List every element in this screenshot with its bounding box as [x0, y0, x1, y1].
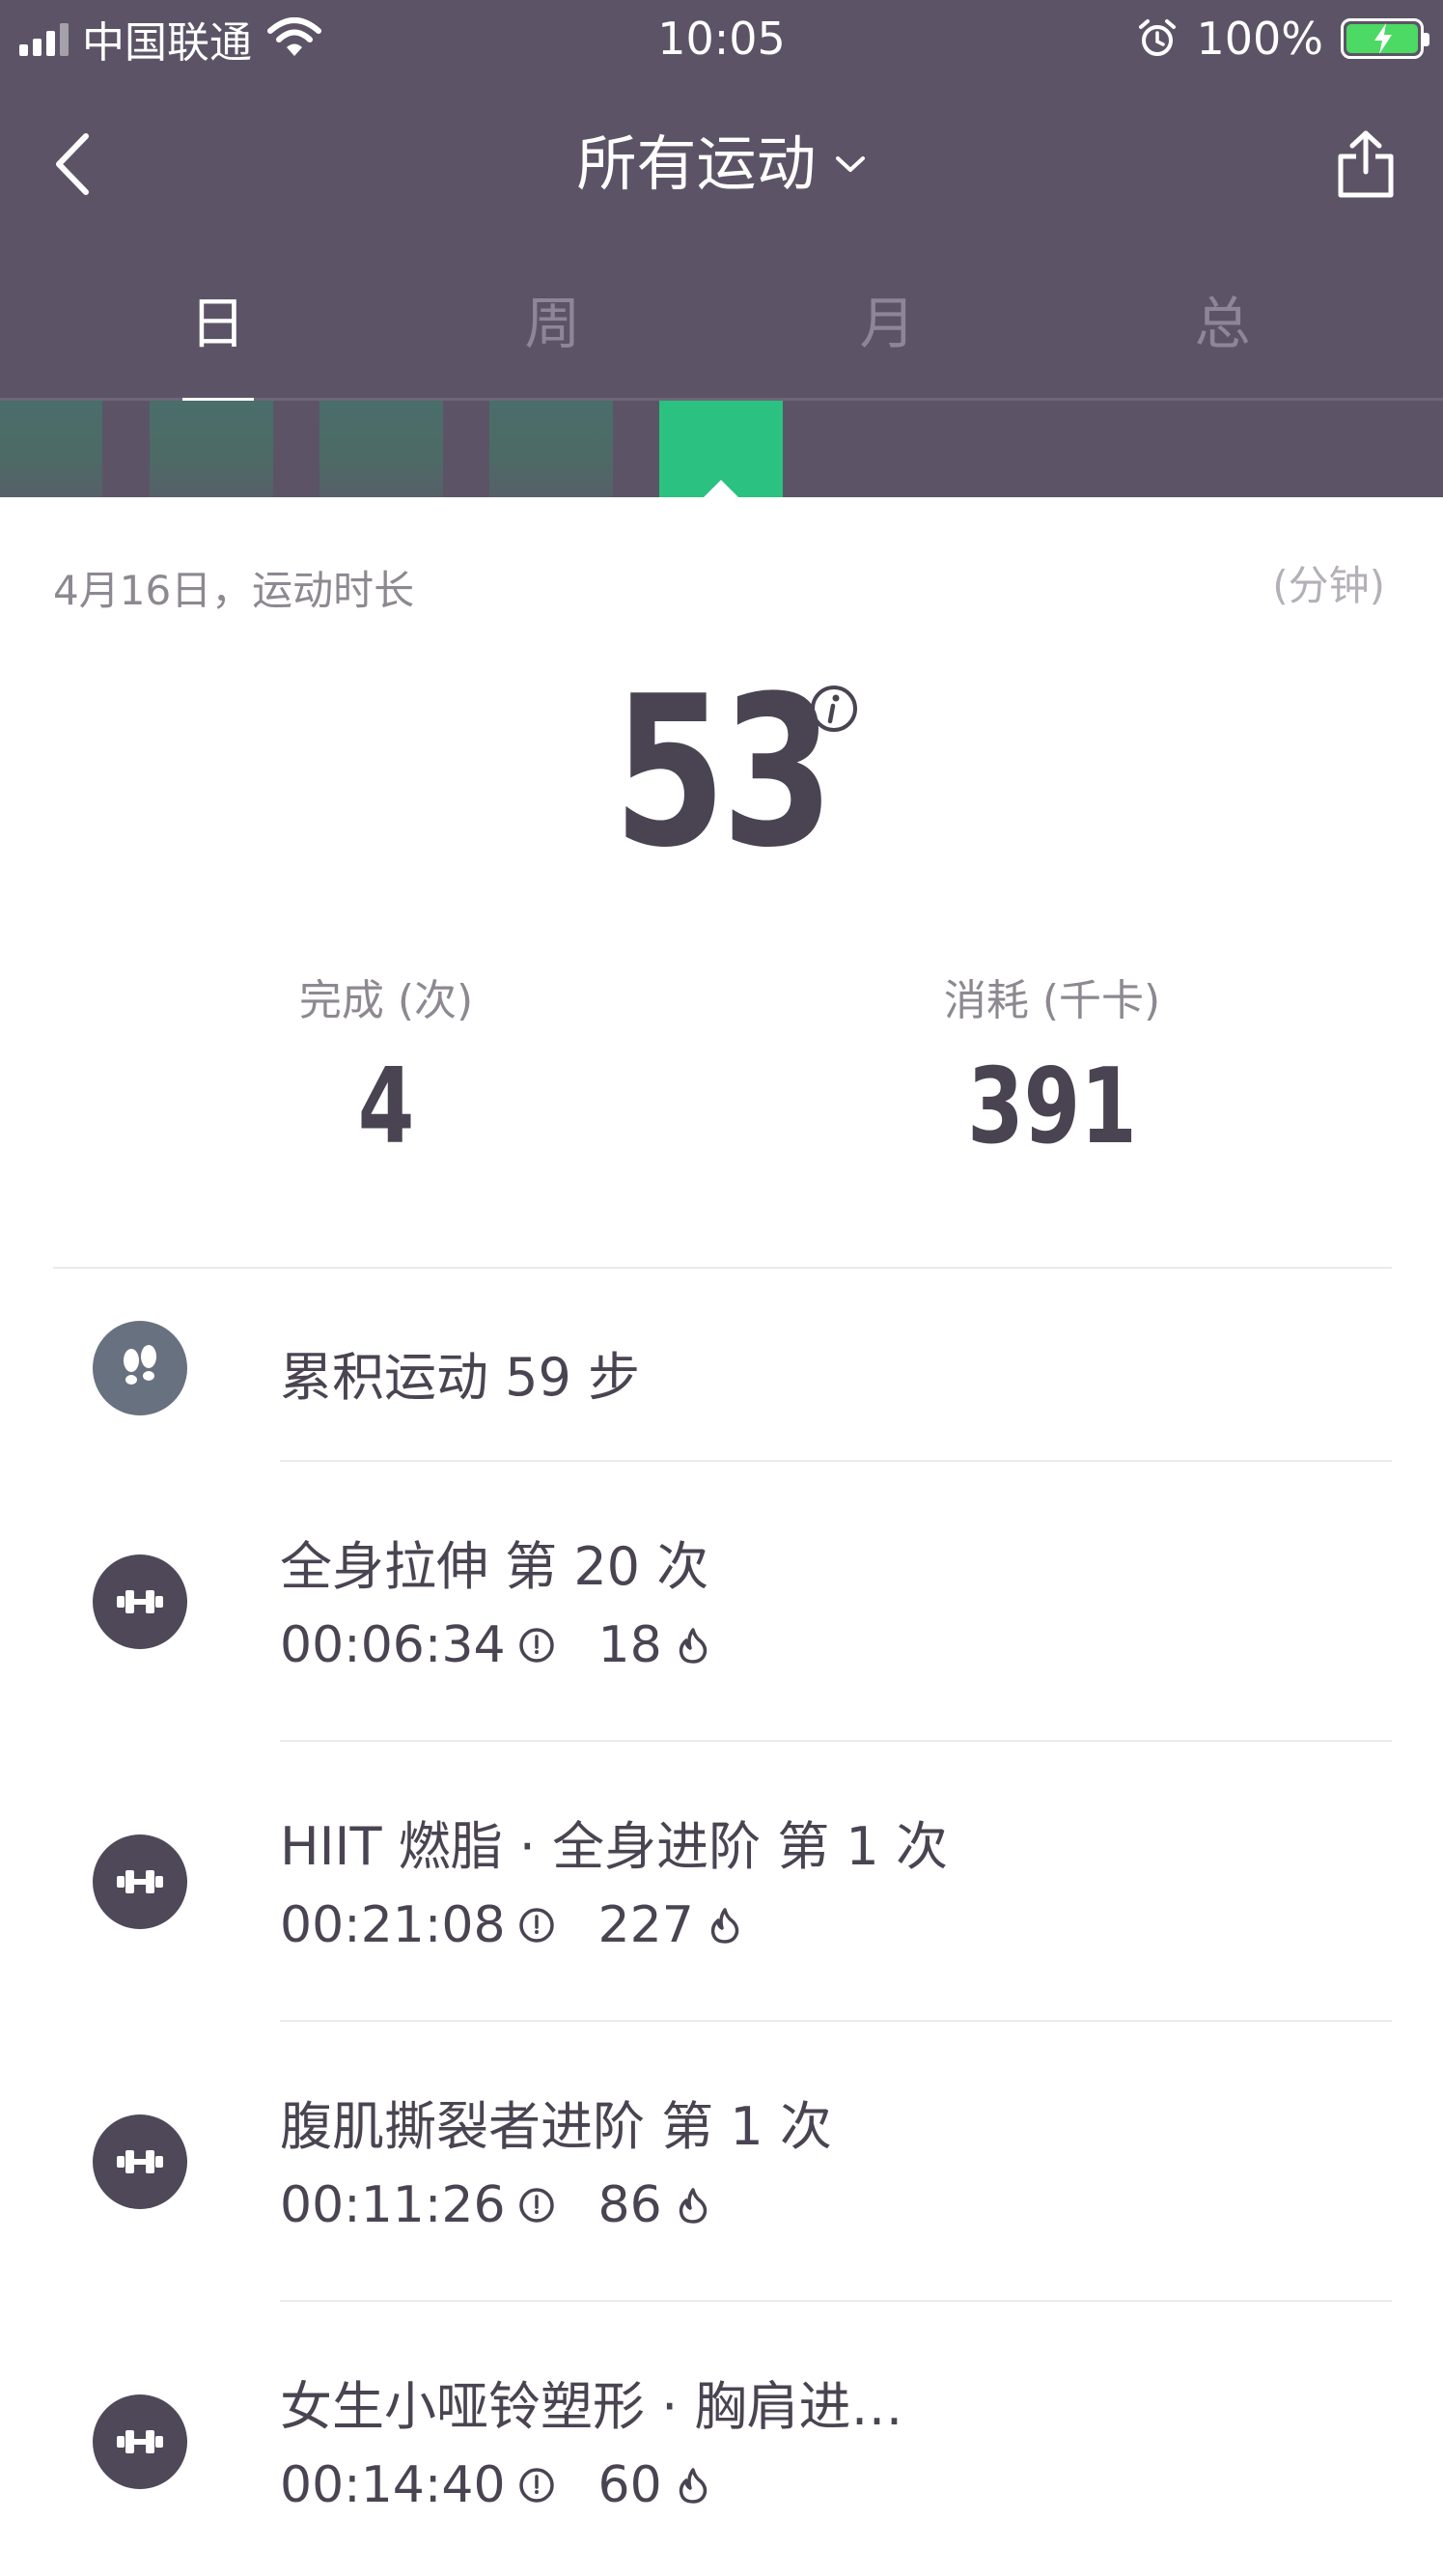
timer-icon: [518, 1908, 554, 1943]
kcal-value: 391: [967, 1047, 1137, 1167]
footsteps-icon: [93, 1321, 187, 1415]
chevron-down-icon: [835, 156, 865, 172]
timer-icon: [518, 2188, 554, 2223]
activity-kcal: 86: [597, 2176, 662, 2234]
share-button[interactable]: [1327, 126, 1404, 203]
dumbbell-icon: [93, 2114, 187, 2209]
activity-kcal: 227: [597, 1896, 694, 1954]
activity-title: 全身拉伸 第 20 次: [280, 1536, 709, 1597]
activity-title: 腹肌撕裂者进阶 第 1 次: [280, 2096, 832, 2157]
flame-icon: [679, 2188, 707, 2224]
selected-day-pointer: [704, 480, 738, 497]
battery-icon: [1341, 18, 1429, 59]
day-bar[interactable]: [0, 401, 102, 497]
activity-type-selector[interactable]: 所有运动: [0, 126, 1443, 203]
day-bar[interactable]: [150, 401, 273, 497]
activity-meta: 00:14:40 60: [280, 2456, 712, 2514]
timer-icon: [518, 2468, 554, 2503]
tab-week[interactable]: 周: [385, 280, 720, 398]
nav-bar: 所有运动: [0, 106, 1443, 222]
activity-meta: 00:11:26 86: [280, 2176, 712, 2234]
flame-icon: [679, 2468, 707, 2504]
count-label: 完成 (次): [298, 976, 474, 1025]
activity-meta: 00:06:34 18: [280, 1616, 712, 1674]
battery-percent: 100%: [1196, 13, 1323, 65]
activity-title: 累积运动 59 步: [280, 1347, 641, 1408]
calories-stat: 消耗 (千卡) 391: [763, 966, 1342, 1161]
tab-day[interactable]: 日: [50, 280, 385, 403]
day-bar[interactable]: [319, 401, 443, 497]
status-bar: 中国联通 10:05 100%: [0, 0, 1443, 77]
list-item-workout[interactable]: HIIT 燃脂 · 全身进阶 第 1 次 00:21:08 227: [0, 1742, 1443, 2022]
activity-duration: 00:14:40: [280, 2456, 506, 2514]
header-area: 中国联通 10:05 100% 所有运动 日 周 月 总: [0, 0, 1443, 497]
count-value: 4: [357, 1047, 415, 1167]
activity-title: HIIT 燃脂 · 全身进阶 第 1 次: [280, 1816, 948, 1877]
status-right: 100%: [1136, 12, 1429, 66]
alarm-icon: [1139, 19, 1177, 56]
timer-icon: [518, 1628, 554, 1663]
activity-kcal: 60: [597, 2456, 662, 2514]
tab-month[interactable]: 月: [720, 280, 1055, 398]
list-item-workout[interactable]: 女生小哑铃塑形 · 胸肩进… 00:14:40 60: [0, 2302, 1443, 2576]
flame-icon: [679, 1628, 707, 1664]
activity-duration: 00:11:26: [280, 2176, 506, 2234]
activity-kcal: 18: [597, 1616, 662, 1674]
duration-value: 53: [613, 651, 834, 893]
period-tabs: 日 周 月 总: [0, 280, 1443, 403]
charging-bolt-icon: [1374, 23, 1392, 54]
list-item-workout[interactable]: 全身拉伸 第 20 次 00:06:34 18: [0, 1462, 1443, 1742]
activity-meta: 00:21:08 227: [280, 1896, 744, 1954]
activity-title: 女生小哑铃塑形 · 胸肩进…: [280, 2376, 903, 2437]
share-icon: [1338, 130, 1394, 198]
dumbbell-icon: [93, 2394, 187, 2489]
daily-bar-strip: [0, 401, 1443, 497]
list-item-steps[interactable]: 累积运动 59 步: [0, 1269, 1443, 1462]
kcal-label: 消耗 (千卡): [943, 976, 1161, 1025]
summary-unit-label: (分钟): [1272, 562, 1385, 609]
dumbbell-icon: [93, 1834, 187, 1929]
tab-total[interactable]: 总: [1055, 280, 1390, 398]
activity-duration: 00:06:34: [280, 1616, 506, 1674]
dumbbell-icon: [93, 1554, 187, 1649]
nav-title-text: 所有运动: [576, 128, 817, 199]
day-bar[interactable]: [489, 401, 613, 497]
info-icon[interactable]: [809, 684, 859, 734]
completed-count-stat: 完成 (次) 4: [97, 966, 676, 1161]
summary-date-label: 4月16日，运动时长: [53, 567, 415, 614]
activity-duration: 00:21:08: [280, 1896, 506, 1954]
flame-icon: [710, 1908, 739, 1944]
list-item-workout[interactable]: 腹肌撕裂者进阶 第 1 次 00:11:26 86: [0, 2022, 1443, 2302]
